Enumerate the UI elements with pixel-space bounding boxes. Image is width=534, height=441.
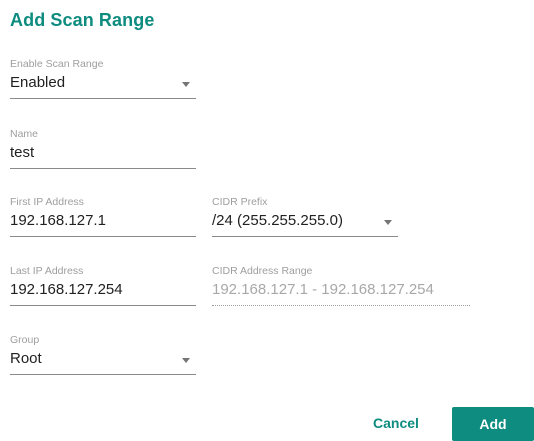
cidr-prefix-label: CIDR Prefix	[212, 196, 268, 208]
first-ip-address-underline	[10, 236, 196, 237]
add-button[interactable]: Add	[452, 407, 534, 441]
enable-scan-range-label: Enable Scan Range	[10, 58, 104, 70]
group-select[interactable]: Group Root	[10, 334, 196, 378]
cidr-address-range-value: 192.168.127.1 - 192.168.127.254	[212, 281, 434, 298]
cidr-prefix-underline	[212, 236, 398, 237]
group-value: Root	[10, 350, 42, 367]
name-underline	[10, 168, 196, 169]
dropdown-arrow-icon[interactable]	[384, 220, 392, 225]
enable-scan-range-value: Enabled	[10, 74, 66, 91]
name-label: Name	[10, 128, 39, 140]
cidr-prefix-select[interactable]: CIDR Prefix /24 (255.255.255.0)	[212, 196, 398, 240]
enable-scan-range-underline	[10, 98, 196, 99]
enable-scan-range-select[interactable]: Enable Scan Range Enabled	[10, 58, 196, 102]
name-input[interactable]: test	[10, 144, 34, 161]
last-ip-address-field[interactable]: Last IP Address 192.168.127.254	[10, 265, 196, 309]
cidr-prefix-value: /24 (255.255.255.0)	[212, 212, 343, 229]
last-ip-address-underline	[10, 305, 196, 306]
first-ip-address-field[interactable]: First IP Address 192.168.127.1	[10, 196, 196, 240]
cidr-address-range-field: CIDR Address Range 192.168.127.1 - 192.1…	[212, 265, 470, 309]
first-ip-address-input[interactable]: 192.168.127.1	[10, 212, 106, 229]
last-ip-address-input[interactable]: 192.168.127.254	[10, 281, 123, 298]
dropdown-arrow-icon[interactable]	[182, 82, 190, 87]
cancel-button[interactable]: Cancel	[362, 408, 430, 438]
dialog-title: Add Scan Range	[10, 10, 155, 30]
cidr-address-range-underline	[212, 305, 470, 306]
last-ip-address-label: Last IP Address	[10, 265, 84, 277]
first-ip-address-label: First IP Address	[10, 196, 84, 208]
group-label: Group	[10, 334, 40, 346]
name-field[interactable]: Name test	[10, 128, 196, 172]
cidr-address-range-label: CIDR Address Range	[212, 265, 313, 277]
group-underline	[10, 374, 196, 375]
dropdown-arrow-icon[interactable]	[182, 358, 190, 363]
